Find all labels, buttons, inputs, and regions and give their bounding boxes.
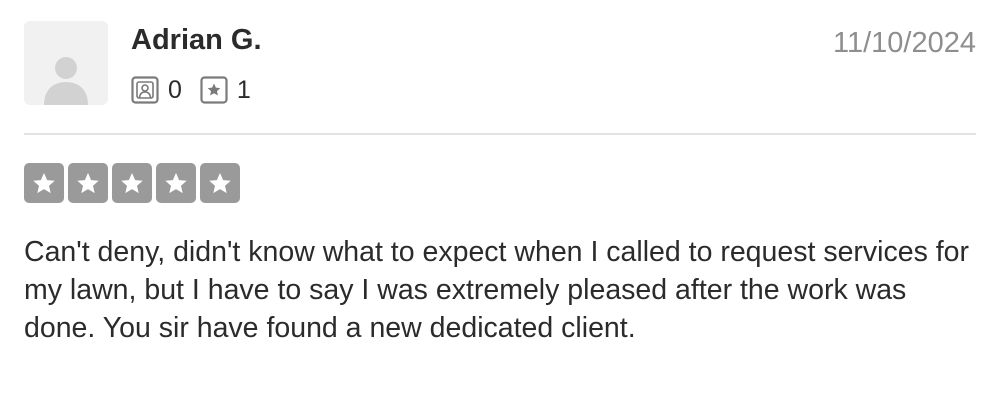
star-2: [68, 163, 108, 203]
star-4: [156, 163, 196, 203]
reviewer-avatar[interactable]: [24, 21, 108, 105]
default-user-avatar-icon: [44, 57, 88, 105]
star-icon: [77, 173, 99, 194]
star-3: [112, 163, 152, 203]
user-reviews-icon: [131, 76, 159, 104]
review-card: Adrian G. 11/10/2024 0 1 Can't deny, did…: [0, 0, 1000, 414]
star-icon: [209, 173, 231, 194]
photos-stat: 1: [200, 74, 251, 106]
star-1: [24, 163, 64, 203]
divider: [24, 133, 976, 135]
star-rating: [24, 163, 244, 203]
star-badge-icon: [200, 76, 228, 104]
star-icon: [121, 173, 143, 194]
star-icon: [165, 173, 187, 194]
review-date: 11/10/2024: [833, 27, 976, 59]
star-icon: [33, 173, 55, 194]
reviewer-name[interactable]: Adrian G.: [131, 22, 262, 58]
reviews-count: 0: [168, 76, 182, 104]
reviewer-stats: 0 1: [131, 74, 269, 106]
star-5: [200, 163, 240, 203]
review-text: Can't deny, didn't know what to expect w…: [24, 236, 970, 344]
photos-count: 1: [236, 76, 251, 104]
reviews-stat: 0: [131, 74, 182, 106]
